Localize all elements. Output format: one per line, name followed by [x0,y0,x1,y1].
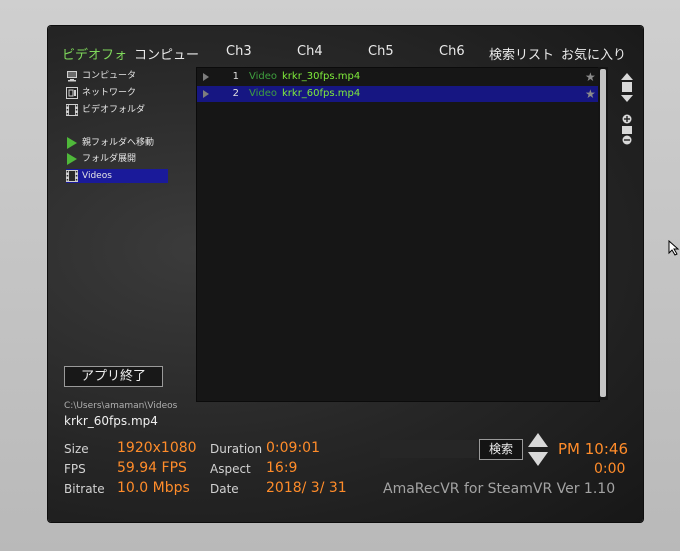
item-type: Video [249,88,278,99]
network-icon [66,87,78,99]
film-icon [66,104,78,116]
item-type: Video [249,71,278,82]
tab-ch5[interactable]: Ch5 [368,44,394,59]
search-input[interactable] [380,440,477,458]
duration-label: Duration [210,442,263,456]
item-filename: krkr_30fps.mp4 [282,71,361,82]
sidebar-item-parent-folder[interactable]: 親フォルダへ移動 [66,136,168,150]
sidebar-item-label: ビデオフォルダ [82,105,146,115]
search-button[interactable]: 検索 [479,439,523,460]
tab-favorites[interactable]: お気に入り [561,44,626,63]
file-list[interactable]: 1 Video krkr_30fps.mp4 ★ 2 Video krkr_60… [196,67,600,402]
up-down-arrows-icon[interactable] [528,433,548,471]
tab-computer[interactable]: コンピュー [134,44,199,63]
bitrate-value: 10.0 Mbps [117,480,190,496]
play-icon [203,73,209,81]
sidebar-item-label: ネットワーク [82,88,137,98]
aspect-value: 16:9 [266,460,298,476]
tab-video-folder[interactable]: ビデオフォ [62,44,127,63]
star-icon[interactable]: ★ [585,69,596,85]
computer-icon [66,70,78,82]
scroll-thumb[interactable] [600,69,606,397]
list-item[interactable]: 1 Video krkr_30fps.mp4 ★ [197,69,599,85]
film-icon [66,170,78,182]
sidebar-item-video-folder[interactable]: ビデオフォルダ [66,103,168,117]
sidebar-item-computer[interactable]: コンピュータ [66,69,168,83]
date-label: Date [210,482,239,496]
sidebar-item-label: コンピュータ [82,71,137,81]
list-scrollbar[interactable] [598,67,608,400]
sidebar-item-expand-folder[interactable]: フォルダ展開 [66,152,168,166]
star-icon[interactable]: ★ [585,86,596,102]
duration-value: 0:09:01 [266,440,320,456]
size-value: 1920x1080 [117,440,197,456]
sidebar-item-label: フォルダ展開 [82,154,137,164]
current-filename: krkr_60fps.mp4 [64,414,158,428]
tab-ch3[interactable]: Ch3 [226,44,252,59]
list-item[interactable]: 2 Video krkr_60fps.mp4 ★ [197,86,599,102]
tab-ch4[interactable]: Ch4 [297,44,323,59]
aspect-label: Aspect [210,462,251,476]
clock-time: PM 10:46 [558,440,628,458]
version-text: AmaRecVR for SteamVR Ver 1.10 [383,481,616,497]
sidebar-item-network[interactable]: ネットワーク [66,86,168,100]
mouse-cursor-icon [668,239,680,260]
fps-label: FPS [64,462,86,476]
current-path: C:\Users\amaman\Videos [64,401,178,411]
tab-search-list[interactable]: 検索リスト [489,44,554,63]
play-icon [66,153,78,165]
item-number: 2 [232,88,239,99]
item-filename: krkr_60fps.mp4 [282,88,361,99]
play-icon [203,90,209,98]
play-icon [66,137,78,149]
zoom-control-icon[interactable] [621,114,633,150]
sidebar-item-label: Videos [82,171,112,181]
sidebar-item-label: 親フォルダへ移動 [82,138,155,148]
date-value: 2018/ 3/ 31 [266,480,347,496]
sidebar-item-videos[interactable]: Videos [66,169,168,183]
scroll-up-down-icon[interactable] [621,73,633,107]
bitrate-label: Bitrate [64,482,105,496]
item-number: 1 [232,71,239,82]
elapsed-time: 0:00 [594,461,626,477]
tab-ch6[interactable]: Ch6 [439,44,465,59]
exit-app-button[interactable]: アプリ終了 [64,366,163,387]
fps-value: 59.94 FPS [117,460,187,476]
size-label: Size [64,442,89,456]
